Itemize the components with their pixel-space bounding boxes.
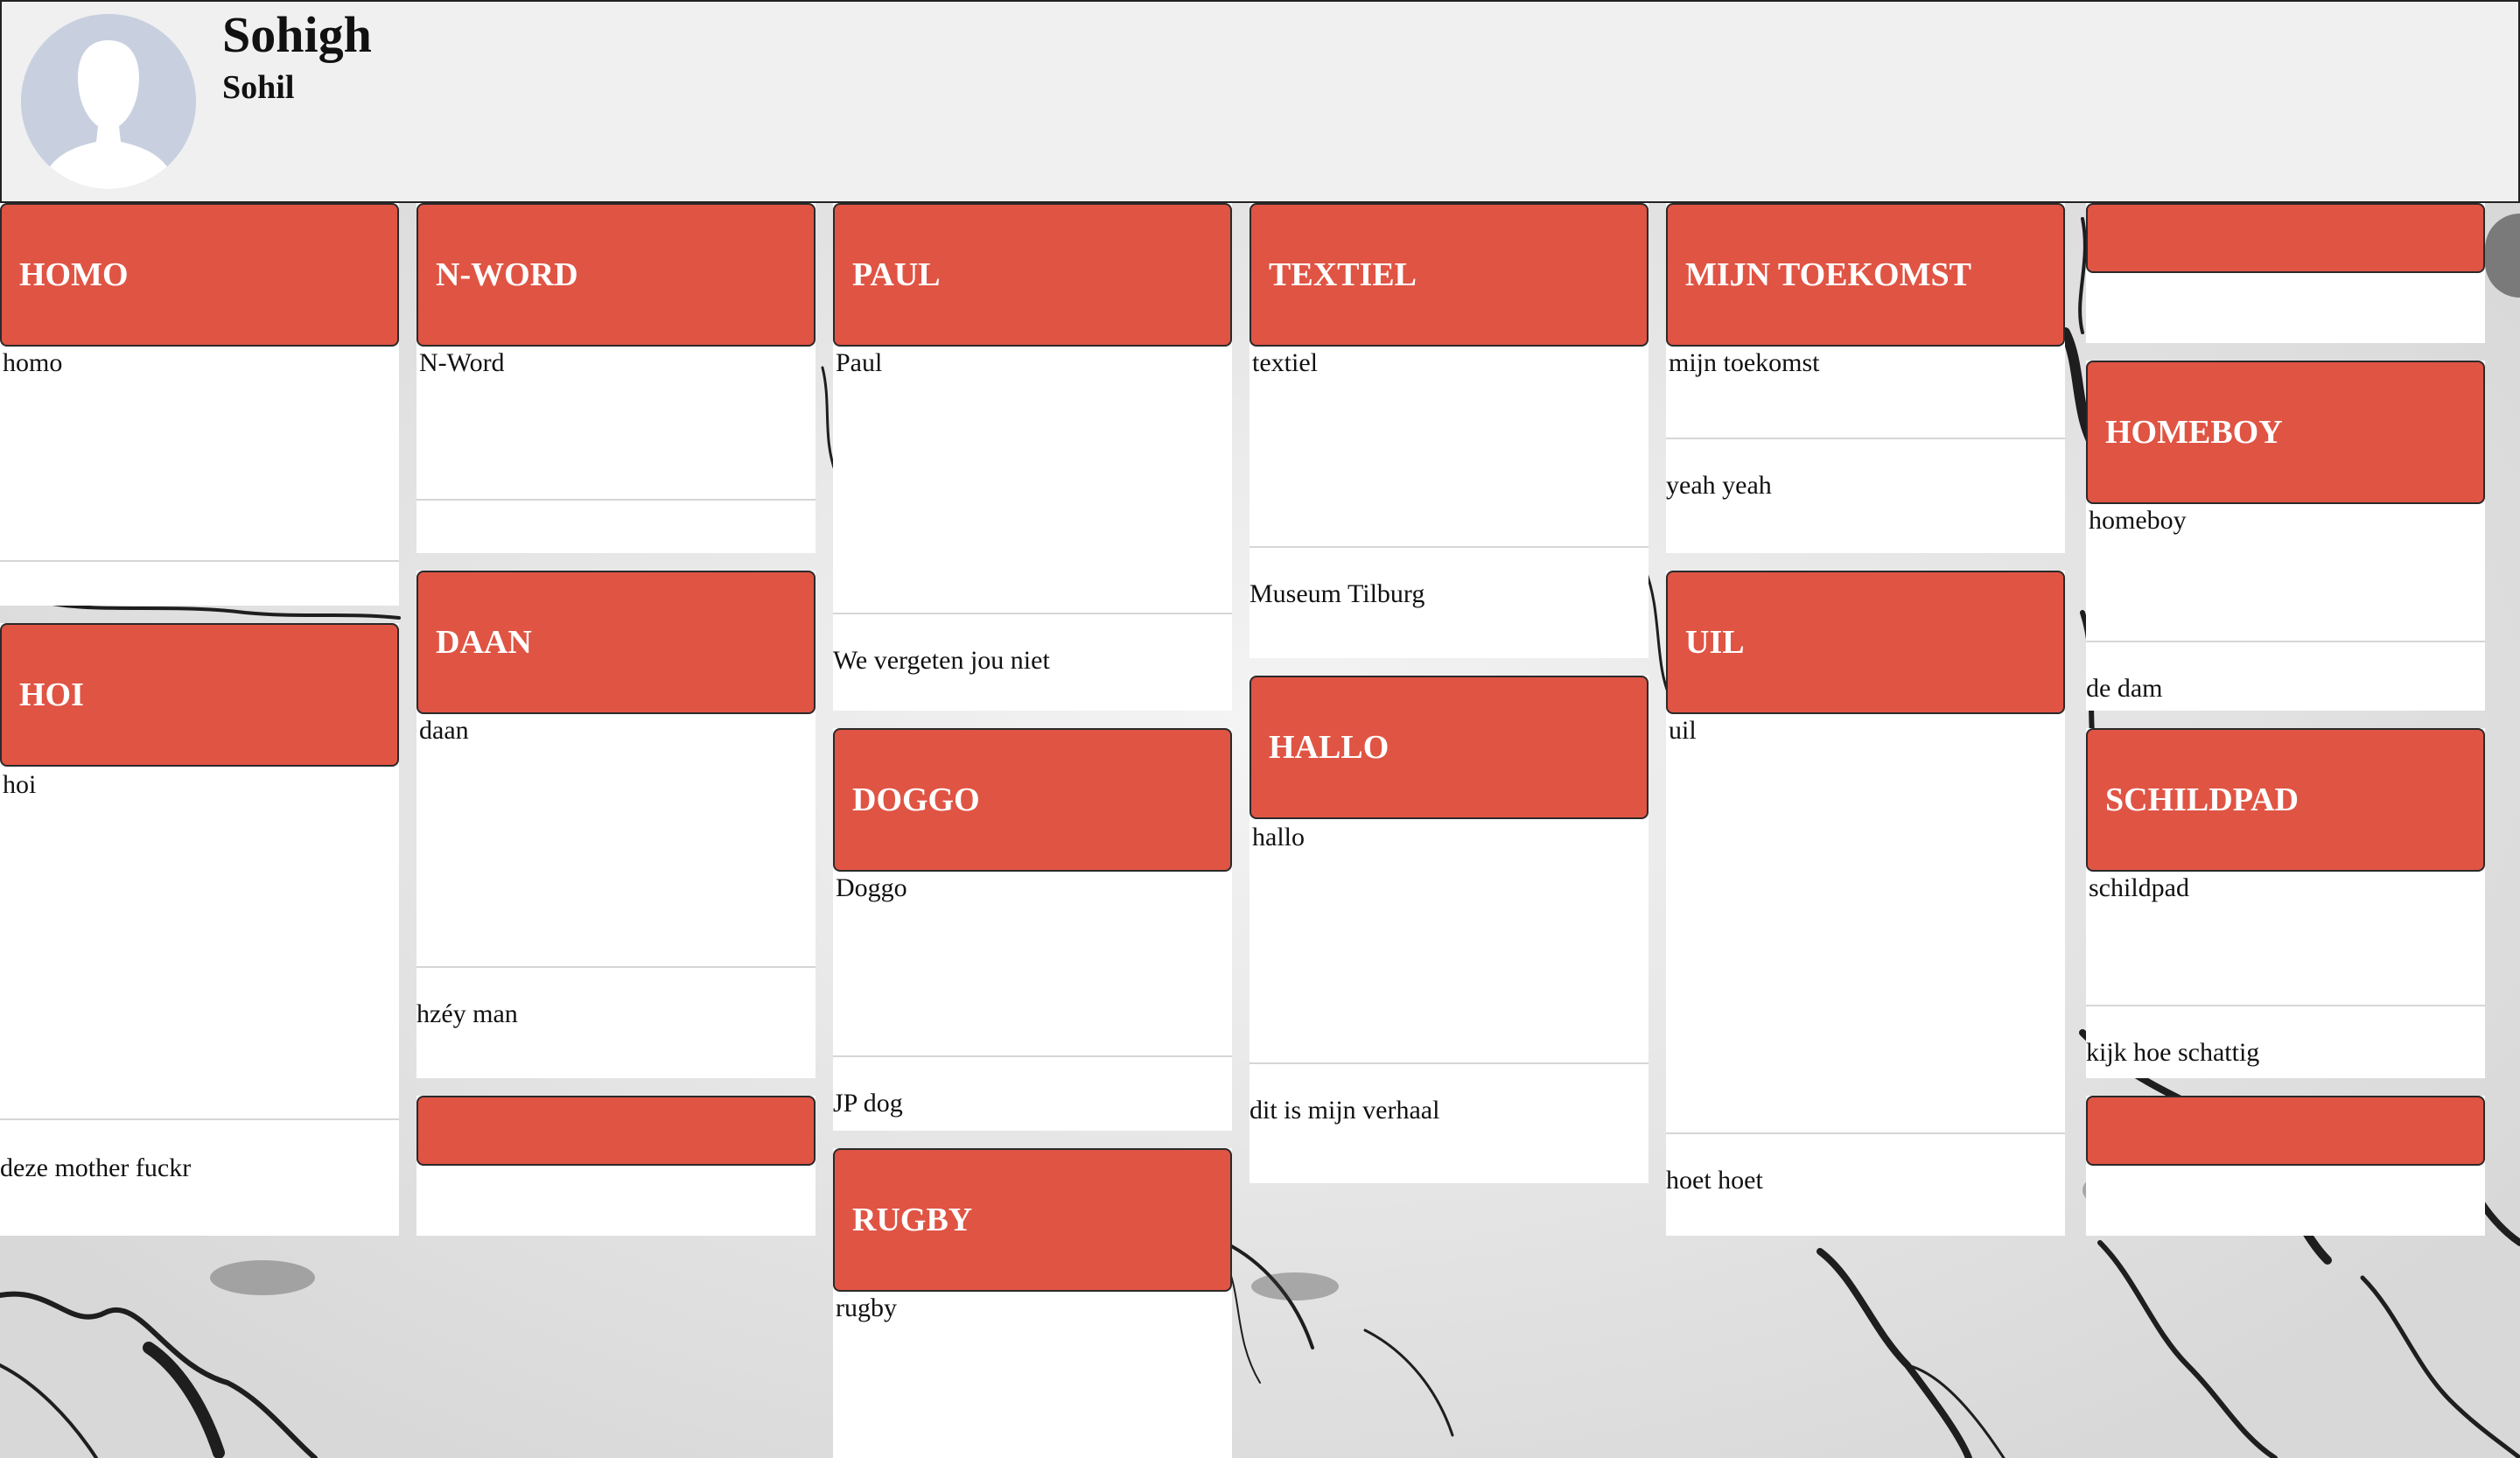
card-footer: dit is mijn verhaal [1250,1096,1440,1125]
card-description: uil [1669,716,1697,745]
card-description: Doggo [836,873,907,902]
card-footer: JP dog [833,1089,903,1118]
card-title: SCHILDPAD [2105,782,2299,818]
card-footer: hoet hoet [1666,1166,1763,1195]
card-header[interactable] [416,1096,816,1166]
card-title: HOMO [19,256,129,293]
card-description: textiel [1252,348,1318,377]
avatar[interactable] [21,14,196,189]
card-divider [0,1118,399,1120]
card-description: hoi [3,770,37,799]
profile-header: Sohigh Sohil [0,0,2520,203]
card-header[interactable]: PAUL [833,203,1232,347]
card-uil[interactable]: UIL uil hoet hoet [1666,571,2065,1236]
card-daan[interactable]: DAAN daan hzéy man [416,571,816,1078]
card-header[interactable]: N-WORD [416,203,816,347]
card-untitled[interactable] [2086,1096,2485,1236]
card-title: HOMEBOY [2105,414,2283,451]
card-title: RUGBY [852,1202,973,1238]
card-title: UIL [1685,624,1745,661]
card-footer: hzéy man [416,999,518,1028]
card-hallo[interactable]: HALLO hallo dit is mijn verhaal [1250,676,1648,1183]
card-doggo[interactable]: DOGGO Doggo JP dog [833,728,1232,1131]
card-divider [2086,641,2485,642]
card-rugby[interactable]: RUGBY rugby [833,1148,1232,1458]
card-divider [0,560,399,562]
card-title: PAUL [852,256,941,293]
card-untitled[interactable] [416,1096,816,1236]
card-footer: de dam [2086,674,2163,703]
card-header[interactable] [2086,1096,2485,1166]
card-description: homo [3,348,63,377]
card-schildpad[interactable]: SCHILDPAD schildpad kijk hoe schattig [2086,728,2485,1078]
card-divider [1666,1132,2065,1134]
card-description: mijn toekomst [1669,348,1820,377]
card-divider [1250,546,1648,548]
card-footer: Museum Tilburg [1250,579,1425,608]
card-title: HALLO [1269,729,1390,766]
card-divider [833,613,1232,614]
card-divider [1250,1062,1648,1064]
card-description: homeboy [2089,506,2187,535]
user-silhouette-icon [21,14,196,189]
card-header[interactable]: HOMEBOY [2086,361,2485,504]
card-header[interactable]: DOGGO [833,728,1232,872]
card-mijn-toekomst[interactable]: MIJN TOEKOMST mijn toekomst yeah yeah [1666,203,2065,553]
card-n-word[interactable]: N-WORD N-Word [416,203,816,553]
card-header[interactable]: RUGBY [833,1148,1232,1292]
card-header[interactable]: HOMO [0,203,399,347]
card-title: HOI [19,676,84,713]
card-divider [416,499,816,501]
card-homo[interactable]: HOMO homo [0,203,399,606]
card-footer: deze mother fuckr [0,1153,192,1182]
card-title: N-WORD [436,256,578,293]
card-description: daan [419,716,469,745]
card-paul[interactable]: PAUL Paul We vergeten jou niet [833,203,1232,711]
profile-name: Sohigh [222,6,372,63]
card-header[interactable]: MIJN TOEKOMST [1666,203,2065,347]
profile-username: Sohil [222,69,295,106]
card-title: DOGGO [852,782,980,818]
card-footer: We vergeten jou niet [833,646,1050,675]
card-divider [833,1055,1232,1057]
card-header[interactable]: UIL [1666,571,2065,714]
card-header[interactable]: HOI [0,623,399,767]
card-description: schildpad [2089,873,2189,902]
card-header[interactable]: DAAN [416,571,816,714]
card-description: rugby [836,1293,897,1322]
card-untitled[interactable] [2086,203,2485,343]
card-hoi[interactable]: HOI hoi deze mother fuckr [0,623,399,1236]
card-header[interactable]: TEXTIEL [1250,203,1648,347]
card-description: N-Word [419,348,505,377]
card-divider [1666,438,2065,439]
card-header[interactable]: SCHILDPAD [2086,728,2485,872]
card-title: TEXTIEL [1269,256,1417,293]
card-divider [2086,1005,2485,1006]
card-homeboy[interactable]: HOMEBOY homeboy de dam [2086,361,2485,711]
card-footer: yeah yeah [1666,471,1772,500]
card-textiel[interactable]: TEXTIEL textiel Museum Tilburg [1250,203,1648,658]
card-description: hallo [1252,823,1305,852]
card-title: MIJN TOEKOMST [1685,256,1971,293]
card-footer: kijk hoe schattig [2086,1038,2260,1067]
card-title: DAAN [436,624,532,661]
card-description: Paul [836,348,883,377]
card-header[interactable] [2086,203,2485,273]
card-divider [416,966,816,968]
card-header[interactable]: HALLO [1250,676,1648,819]
